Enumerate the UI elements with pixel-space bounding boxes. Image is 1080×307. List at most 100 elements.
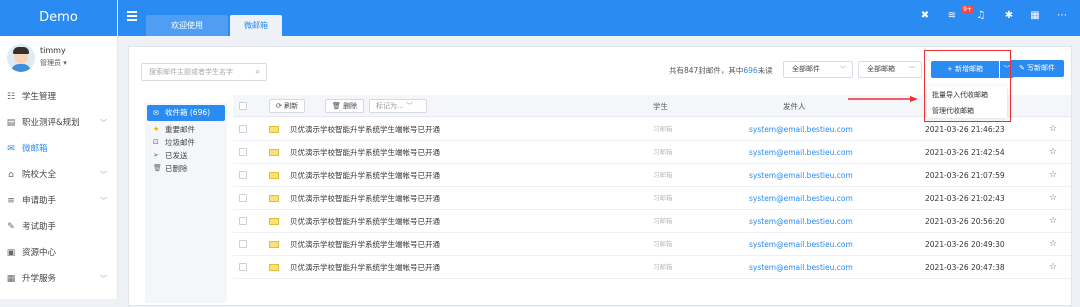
- folder-label: 已删除: [165, 164, 188, 173]
- delete-button[interactable]: 🗑 删除: [325, 99, 365, 113]
- sidebar-item-label: 职业测评&规划: [22, 118, 80, 128]
- sidebar-item-exams[interactable]: ✎ 考试助手: [0, 214, 117, 240]
- mail-sender[interactable]: system@email.bestieu.com: [749, 210, 853, 233]
- folder-icon: ▣: [6, 248, 16, 258]
- mail-sender[interactable]: system@email.bestieu.com: [749, 164, 853, 187]
- menu-item-batch-import[interactable]: 批量导入代收邮箱: [927, 89, 1007, 102]
- table-row[interactable]: 贝优演示学校智能升学系统学生端帐号已开通 习邮箱 system@email.best…: [233, 233, 1071, 256]
- select-all-checkbox[interactable]: [239, 102, 247, 110]
- sidebar-item-resources[interactable]: ▣ 资源中心: [0, 240, 117, 266]
- mail-subject[interactable]: 贝优演示学校智能升学系统学生端帐号已开通: [290, 164, 440, 187]
- sidebar-item-services[interactable]: ▦ 升学服务 ﹀: [0, 266, 117, 292]
- delete-icon: 🗑: [153, 164, 162, 172]
- avatar[interactable]: [7, 44, 35, 72]
- user-name: timmy: [40, 46, 66, 55]
- sidebar-item-students[interactable]: ☷ 学生管理: [0, 84, 117, 110]
- star-icon[interactable]: ☆: [1049, 210, 1057, 233]
- mail-student: 习邮箱: [653, 217, 673, 225]
- row-checkbox[interactable]: [239, 125, 247, 133]
- refresh-button[interactable]: ⟳ 刷新: [269, 99, 306, 113]
- star-icon[interactable]: ☆: [1049, 256, 1057, 279]
- mail-icon: ✉: [7, 144, 15, 154]
- star-icon[interactable]: ☆: [1049, 164, 1057, 187]
- sidebar-item-apply[interactable]: ≡ 申请助手 ﹀: [0, 188, 117, 214]
- more-icon[interactable]: ⋯: [1056, 10, 1068, 22]
- mail-sender[interactable]: system@email.bestieu.com: [749, 233, 853, 256]
- table-row[interactable]: 贝优演示学校智能升学系统学生端帐号已开通 习邮箱 system@email.best…: [233, 256, 1071, 279]
- search-icon[interactable]: ⌕: [256, 64, 260, 80]
- star-icon[interactable]: ☆: [1049, 233, 1057, 256]
- table-row[interactable]: 贝优演示学校智能升学系统学生端帐号已开通 习邮箱 system@email.best…: [233, 187, 1071, 210]
- sidebar-item-mail[interactable]: ✉ 微邮箱: [0, 136, 117, 162]
- annotation-arrow: [848, 96, 918, 102]
- folder-label: 重要邮件: [165, 125, 195, 134]
- send-icon: ➢: [153, 151, 159, 159]
- mail-sender[interactable]: system@email.bestieu.com: [749, 118, 853, 141]
- bell-icon[interactable]: ♫: [975, 10, 987, 22]
- mail-subject[interactable]: 贝优演示学校智能升学系统学生端帐号已开通: [290, 118, 440, 141]
- mail-filter-select[interactable]: 全部邮件 ﹀: [783, 61, 853, 78]
- app-title: Demo: [0, 0, 117, 36]
- tab-welcome[interactable]: 欢迎使用: [146, 15, 228, 36]
- wifi-icon[interactable]: ≋: [946, 10, 958, 22]
- envelope-icon: [269, 195, 279, 202]
- folder-important[interactable]: ★ 重要邮件: [145, 123, 227, 136]
- sidebar-item-schools[interactable]: ⌂ 院校大全 ﹀: [0, 162, 117, 188]
- mail-sender[interactable]: system@email.bestieu.com: [749, 187, 853, 210]
- row-checkbox[interactable]: [239, 217, 247, 225]
- sidebar-item-career[interactable]: ▤ 职业测评&规划 ﹀: [0, 110, 117, 136]
- star-icon[interactable]: ☆: [1049, 118, 1057, 141]
- mail-sender[interactable]: system@email.bestieu.com: [749, 256, 853, 279]
- star-icon[interactable]: ☆: [1049, 187, 1057, 210]
- mail-subject[interactable]: 贝优演示学校智能升学系统学生端帐号已开通: [290, 141, 440, 164]
- mail-time: 2021-03-26 20:47:38: [925, 263, 1005, 272]
- table-row[interactable]: 贝优演示学校智能升学系统学生端帐号已开通 习邮箱 system@email.best…: [233, 210, 1071, 233]
- table-row[interactable]: 贝优演示学校智能升学系统学生端帐号已开通 习邮箱 system@email.best…: [233, 141, 1071, 164]
- sidebar-item-label: 考试助手: [22, 222, 57, 232]
- mail-subject[interactable]: 贝优演示学校智能升学系统学生端帐号已开通: [290, 256, 440, 279]
- user-role-dropdown[interactable]: 管理员 ▾: [40, 58, 67, 68]
- mark-as-select[interactable]: 标记为... ﹀: [369, 99, 427, 113]
- gear-icon[interactable]: ✱: [1003, 10, 1015, 22]
- row-checkbox[interactable]: [239, 171, 247, 179]
- mail-sender[interactable]: system@email.bestieu.com: [749, 141, 853, 164]
- calendar-icon[interactable]: ▦: [1029, 10, 1041, 22]
- row-checkbox[interactable]: [239, 194, 247, 202]
- mail-subject[interactable]: 贝优演示学校智能升学系统学生端帐号已开通: [290, 187, 440, 210]
- row-checkbox[interactable]: [239, 148, 247, 156]
- envelope-icon: [269, 172, 279, 179]
- row-checkbox[interactable]: [239, 263, 247, 271]
- folder-deleted[interactable]: 🗑 已删除: [145, 162, 227, 175]
- refresh-label: 刷新: [284, 102, 299, 110]
- envelope-icon: [269, 218, 279, 225]
- write-mail-button[interactable]: ✎ 写新邮件: [1010, 60, 1064, 77]
- folder-label: 已发送: [165, 151, 188, 160]
- user-panel[interactable]: timmy 管理员 ▾: [0, 42, 117, 84]
- folder-spam[interactable]: ⊡ 垃圾邮件: [145, 136, 227, 149]
- trash-box-icon: ⊡: [153, 138, 159, 146]
- row-checkbox[interactable]: [239, 240, 247, 248]
- mail-list: ⟳ 刷新 🗑 删除 标记为... ﹀ 学生 发件人 贝优演示学校智能升学系统学生…: [233, 95, 1071, 307]
- table-row[interactable]: 贝优演示学校智能升学系统学生端帐号已开通 习邮箱 system@email.best…: [233, 164, 1071, 187]
- grid-icon: ▦: [6, 274, 16, 284]
- menu-item-manage-mailbox[interactable]: 管理代收邮箱: [927, 105, 1007, 118]
- folder-list: ✉ 收件箱 (696) ★ 重要邮件 ⊡ 垃圾邮件 ➢ 已发送 🗑 已删除: [145, 103, 227, 303]
- search-input[interactable]: 搜索邮件主题或者学生名字 ⌕: [141, 63, 267, 81]
- star-icon[interactable]: ☆: [1049, 141, 1057, 164]
- chevron-down-icon: ﹀: [100, 171, 107, 179]
- mail-student: 习邮箱: [653, 263, 673, 271]
- envelope-icon: [269, 126, 279, 133]
- mail-time: 2021-03-26 21:02:43: [925, 194, 1005, 203]
- tab-mail[interactable]: 微邮箱: [230, 15, 282, 36]
- mail-time: 2021-03-26 21:42:54: [925, 148, 1005, 157]
- mail-subject[interactable]: 贝优演示学校智能升学系统学生端帐号已开通: [290, 210, 440, 233]
- sidebar-item-label: 学生管理: [22, 92, 57, 102]
- folder-sent[interactable]: ➢ 已发送: [145, 149, 227, 162]
- filter-value: 全部邮件: [792, 65, 820, 73]
- menu-toggle-icon[interactable]: [127, 11, 137, 21]
- mail-subject[interactable]: 贝优演示学校智能升学系统学生端帐号已开通: [290, 233, 440, 256]
- folder-inbox[interactable]: ✉ 收件箱 (696): [147, 105, 225, 121]
- close-circle-icon[interactable]: ✖: [919, 10, 931, 22]
- edit-icon: ✎: [7, 222, 15, 232]
- mailbox-filter-select[interactable]: 全部邮箱 ﹀: [858, 61, 922, 78]
